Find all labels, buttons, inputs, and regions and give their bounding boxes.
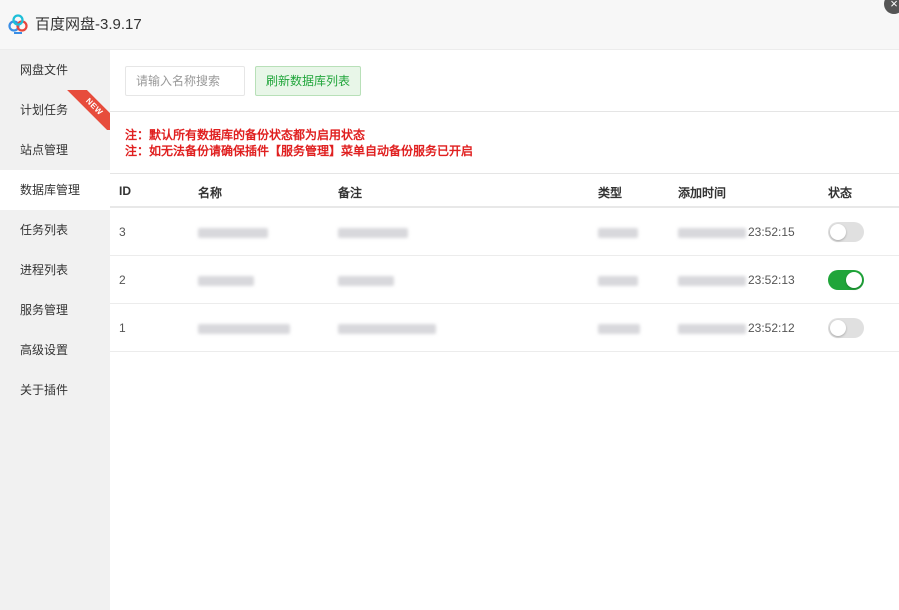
redacted-type xyxy=(598,228,638,238)
row-time: 23:52:12 xyxy=(748,321,795,335)
status-toggle[interactable] xyxy=(828,318,864,338)
toolbar: 刷新数据库列表 xyxy=(110,50,899,112)
redacted-note xyxy=(338,228,408,238)
table-header: ID 名称 备注 类型 添加时间 状态 xyxy=(110,173,899,208)
sidebar-item-sites[interactable]: 站点管理 xyxy=(0,130,110,170)
redacted-name xyxy=(198,276,254,286)
header-status: 状态 xyxy=(828,186,853,200)
title-bar: 百度网盘-3.9.17 × xyxy=(0,0,899,50)
sidebar-item-services[interactable]: 服务管理 xyxy=(0,290,110,330)
sidebar-item-databases[interactable]: 数据库管理 xyxy=(0,170,110,210)
status-toggle[interactable] xyxy=(828,270,864,290)
redacted-date xyxy=(678,276,746,286)
app-logo-icon xyxy=(8,14,28,34)
sidebar: 网盘文件 计划任务 NEW 站点管理 数据库管理 任务列表 进程列表 服务管理 … xyxy=(0,50,110,610)
sidebar-item-about[interactable]: 关于插件 xyxy=(0,370,110,410)
redacted-note xyxy=(338,324,436,334)
redacted-name xyxy=(198,228,268,238)
sidebar-item-label: 进程列表 xyxy=(20,263,69,277)
redacted-date xyxy=(678,324,746,334)
row-time: 23:52:15 xyxy=(748,225,795,239)
redacted-name xyxy=(198,324,290,334)
sidebar-item-label: 关于插件 xyxy=(20,383,69,397)
sidebar-item-label: 站点管理 xyxy=(20,143,69,157)
sidebar-item-advanced[interactable]: 高级设置 xyxy=(0,330,110,370)
header-type: 类型 xyxy=(598,186,623,200)
search-input[interactable] xyxy=(125,66,245,96)
row-time: 23:52:13 xyxy=(748,273,795,287)
sidebar-item-label: 服务管理 xyxy=(20,303,69,317)
sidebar-item-label: 高级设置 xyxy=(20,343,69,357)
sidebar-item-processes[interactable]: 进程列表 xyxy=(0,250,110,290)
sidebar-item-task-list[interactable]: 任务列表 xyxy=(0,210,110,250)
toggle-knob xyxy=(846,272,862,288)
new-badge: NEW xyxy=(66,90,110,130)
header-id: ID xyxy=(119,184,131,198)
main-panel: 刷新数据库列表 注：默认所有数据库的备份状态都为启用状态 注：如无法备份请确保插… xyxy=(110,50,899,610)
sidebar-item-label: 任务列表 xyxy=(20,223,69,237)
note-line-2: 注：如无法备份请确保插件【服务管理】菜单自动备份服务已开启 xyxy=(125,144,474,158)
sidebar-item-files[interactable]: 网盘文件 xyxy=(0,50,110,90)
toggle-knob xyxy=(830,320,846,336)
redacted-type xyxy=(598,324,640,334)
redacted-date xyxy=(678,228,746,238)
table-row: 2 23:52:13 xyxy=(110,256,899,304)
header-name: 名称 xyxy=(198,186,223,200)
header-note: 备注 xyxy=(338,186,363,200)
row-id: 3 xyxy=(119,225,126,239)
note-line-1: 注：默认所有数据库的备份状态都为启用状态 xyxy=(125,128,366,142)
row-id: 2 xyxy=(119,273,126,287)
database-table: ID 名称 备注 类型 添加时间 状态 3 23:52:15 2 23:52:1… xyxy=(110,173,899,352)
sidebar-item-label: 计划任务 xyxy=(20,103,69,117)
window-title: 百度网盘-3.9.17 xyxy=(35,16,142,33)
toggle-knob xyxy=(830,224,846,240)
refresh-database-list-button[interactable]: 刷新数据库列表 xyxy=(255,66,361,96)
header-added-time: 添加时间 xyxy=(678,186,727,200)
status-toggle[interactable] xyxy=(828,222,864,242)
table-row: 1 23:52:12 xyxy=(110,304,899,352)
sidebar-item-label: 网盘文件 xyxy=(20,63,69,77)
close-icon[interactable]: × xyxy=(884,0,899,14)
row-id: 1 xyxy=(119,321,126,335)
redacted-type xyxy=(598,276,638,286)
sidebar-item-scheduled-tasks[interactable]: 计划任务 NEW xyxy=(0,90,110,130)
redacted-note xyxy=(338,276,394,286)
sidebar-item-label: 数据库管理 xyxy=(20,183,81,197)
notes: 注：默认所有数据库的备份状态都为启用状态 注：如无法备份请确保插件【服务管理】菜… xyxy=(125,127,473,159)
table-row: 3 23:52:15 xyxy=(110,208,899,256)
